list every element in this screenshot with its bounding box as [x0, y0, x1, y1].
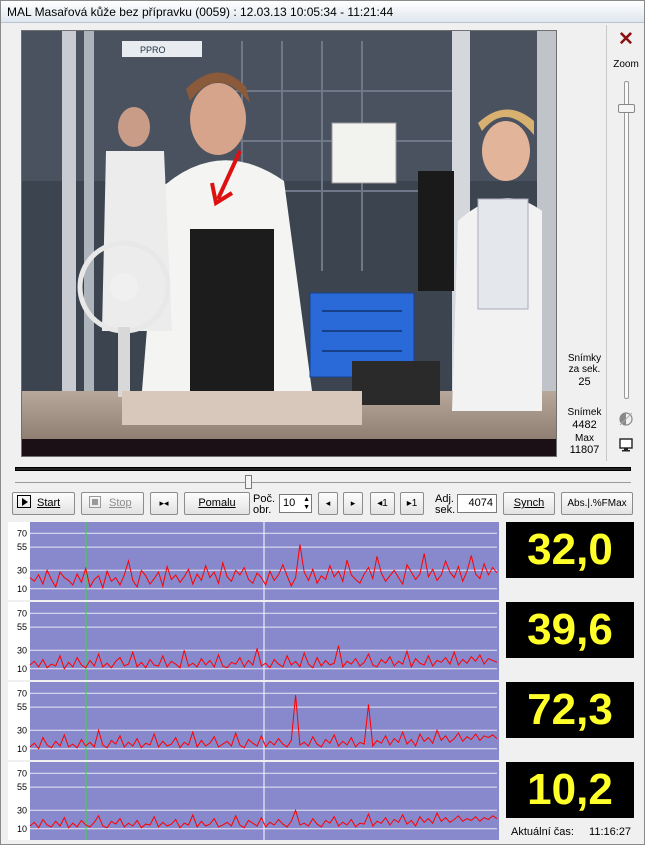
readout-value-3: 72,3	[506, 682, 634, 738]
y-tick-label: 10	[17, 664, 27, 674]
banner-text: PPRO	[140, 45, 166, 55]
emg-chart-1-plot: 70 55 30 10	[17, 522, 499, 600]
step-forward-button[interactable]: ▸	[343, 492, 363, 515]
frame-count-value: 10	[283, 497, 296, 509]
y-tick-label: 30	[17, 645, 27, 655]
emg-chart-2-plot: 70 55 30 10	[17, 602, 499, 680]
y-tick-label: 55	[17, 542, 27, 552]
frame-count-stepper[interactable]: 10 ▲ ▼	[279, 494, 312, 513]
zoom-slider-thumb[interactable]	[618, 104, 635, 113]
app-window: MAL Masařová kůže bez přípravku (0059) :…	[0, 0, 645, 845]
slow-label: Pomalu	[198, 497, 236, 509]
frame-info-panel: Snímky za sek. 25 Snímek 4482 Max 11807	[563, 25, 606, 461]
current-time-label: Aktuální čas:	[511, 826, 574, 838]
adjust-seconds-input[interactable]: 4074	[457, 494, 497, 513]
start-button[interactable]: Start	[12, 492, 75, 515]
frame-jump-button[interactable]: ▸◂	[150, 492, 178, 515]
fps-value: 25	[578, 376, 591, 388]
emg-chart-4: 70 55 30 10	[8, 762, 499, 840]
contrast-icon[interactable]	[617, 411, 635, 427]
synch-button[interactable]: Synch	[503, 492, 555, 515]
frame-label: Snímek	[567, 407, 602, 418]
fps-label-2: za sek.	[568, 364, 601, 375]
adjust-label-2: sek.	[435, 504, 456, 516]
y-tick-label: 10	[17, 744, 27, 754]
slow-motion-button[interactable]: Pomalu	[184, 492, 250, 515]
zoom-label: Zoom	[613, 59, 639, 70]
seek-track[interactable]	[15, 482, 631, 483]
zoom-panel: ✕ Zoom	[606, 25, 644, 461]
play-icon	[17, 495, 31, 508]
abs-fmax-toggle[interactable]: Abs.|.%FMax	[561, 492, 633, 515]
monitor-icon[interactable]	[617, 437, 635, 453]
emg-chart-1: 70 55 30 10	[8, 522, 499, 600]
synch-label: Synch	[513, 497, 545, 509]
fps-label-1: Snímky	[567, 353, 602, 364]
emg-chart-2: 70 55 30 10	[8, 602, 499, 680]
window-title: MAL Masařová kůže bez přípravku (0059) :…	[1, 1, 644, 23]
readout-value-2: 39,6	[506, 602, 634, 658]
stepper-arrows-icon[interactable]: ▲ ▼	[303, 496, 310, 512]
frame-value: 4482	[572, 419, 597, 431]
y-tick-label: 55	[17, 782, 27, 792]
step-back-button[interactable]: ◂	[318, 492, 338, 515]
playback-progress-bar[interactable]	[15, 467, 631, 471]
seek-thumb[interactable]	[245, 475, 252, 489]
stop-button[interactable]: Stop	[81, 492, 144, 515]
y-tick-label: 10	[17, 584, 27, 594]
stop-icon	[89, 496, 101, 508]
video-frame: PPRO	[21, 30, 557, 457]
readout-value-4: 10,2	[506, 762, 634, 818]
y-tick-label: 30	[17, 725, 27, 735]
forward-one-button[interactable]: ▸1	[400, 492, 424, 515]
y-tick-label: 70	[17, 528, 27, 538]
video-scene: PPRO	[22, 31, 556, 456]
emg-chart-3-plot: 70 55 30 10	[17, 682, 499, 760]
y-tick-label: 30	[17, 565, 27, 575]
emg-chart-3: 70 55 30 10	[8, 682, 499, 760]
max-value: 11807	[569, 444, 600, 456]
y-tick-label: 55	[17, 702, 27, 712]
y-tick-label: 70	[17, 688, 27, 698]
y-tick-label: 70	[17, 608, 27, 618]
frame-count-label-2: obr.	[253, 504, 272, 516]
readout-value-1: 32,0	[506, 522, 634, 578]
y-tick-label: 55	[17, 622, 27, 632]
close-icon[interactable]: ✕	[615, 29, 637, 51]
stop-label: Stop	[109, 497, 132, 509]
current-time: Aktuální čas: 11:16:27	[511, 826, 631, 838]
zoom-slider-track[interactable]	[624, 81, 629, 399]
max-label: Max	[575, 433, 594, 444]
back-one-button[interactable]: ◂1	[370, 492, 395, 515]
start-label: Start	[37, 497, 61, 509]
y-tick-label: 30	[17, 805, 27, 815]
y-tick-label: 10	[17, 824, 27, 834]
current-time-value: 11:16:27	[589, 826, 632, 838]
y-tick-label: 70	[17, 768, 27, 778]
emg-chart-4-plot: 70 55 30 10	[17, 762, 499, 840]
